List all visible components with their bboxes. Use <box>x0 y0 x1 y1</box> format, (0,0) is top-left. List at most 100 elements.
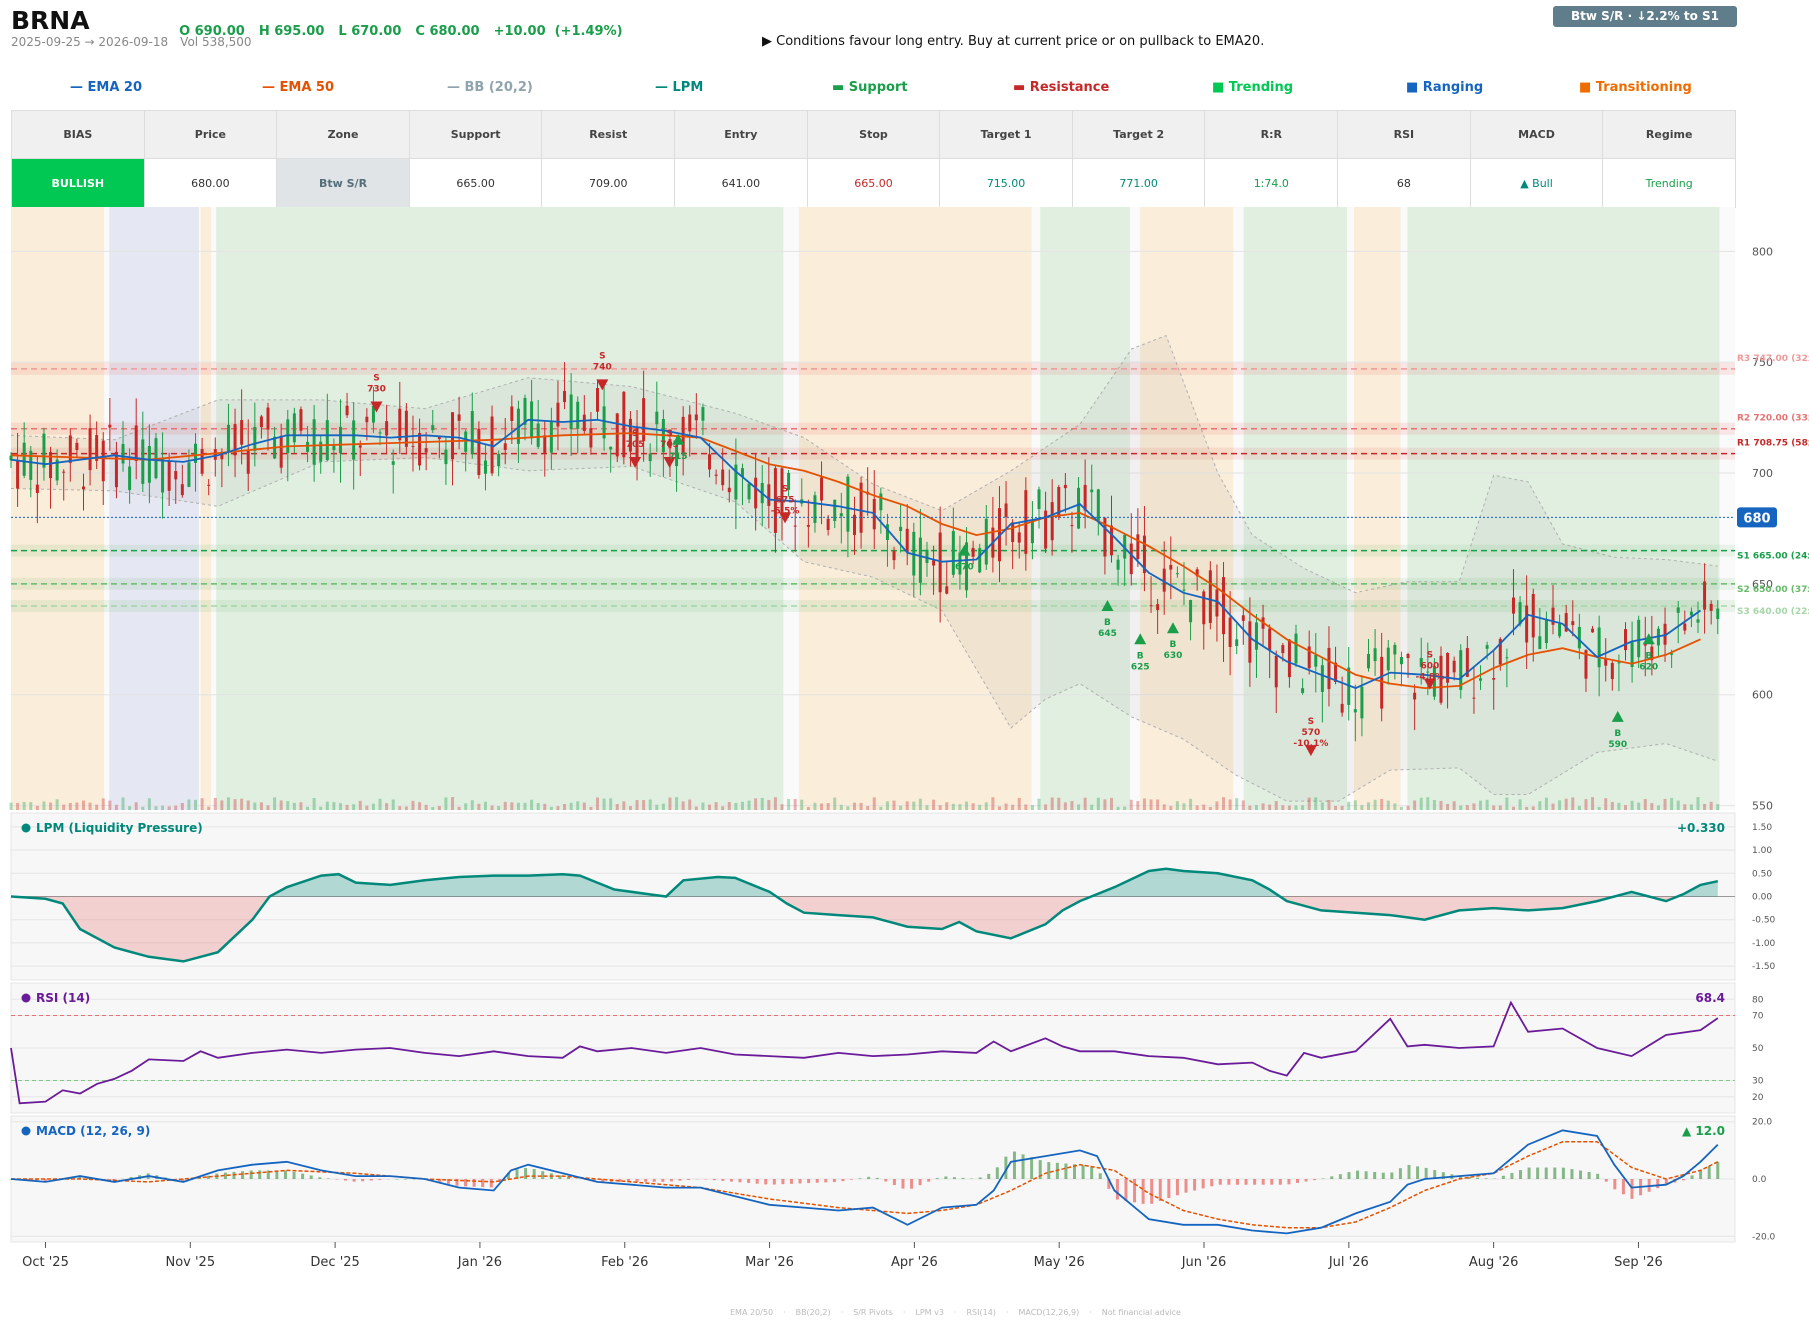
macd-histogram-bar <box>1510 1172 1514 1179</box>
volume-bar <box>569 802 573 810</box>
volume-bar <box>345 804 349 810</box>
legend-transitioning[interactable]: ■ Transitioning <box>1579 80 1692 95</box>
x-tick-label: Nov '25 <box>165 1255 215 1270</box>
macd-histogram-bar <box>884 1179 888 1182</box>
macd-histogram-bar <box>1124 1179 1128 1201</box>
macd-histogram-bar <box>1690 1175 1694 1179</box>
volume-bar <box>925 805 929 810</box>
signal-label: 625 <box>1131 662 1150 672</box>
macd-histogram-bar <box>1090 1166 1094 1179</box>
volume-bar <box>780 804 784 810</box>
volume-bar <box>213 797 217 810</box>
volume-bar <box>95 804 99 810</box>
candle-body <box>464 431 468 452</box>
lpm-tick-label: 0.00 <box>1752 893 1772 903</box>
macd-histogram-bar <box>1501 1175 1505 1179</box>
volume-bar <box>1274 801 1278 810</box>
macd-histogram-bar <box>1561 1167 1565 1179</box>
candle-body <box>1716 608 1720 619</box>
volume-bar <box>259 802 263 810</box>
volume-bar <box>1030 805 1034 810</box>
volume-bar <box>773 797 777 810</box>
header-support: Support <box>408 110 543 159</box>
macd-histogram-bar <box>1544 1167 1548 1179</box>
candle-body <box>161 458 165 493</box>
macd-histogram-bar <box>1201 1179 1205 1189</box>
candle-body <box>615 413 619 457</box>
legend-ema50[interactable]: — EMA 50 <box>262 80 334 95</box>
volume-bar <box>978 804 982 810</box>
macd-title-dot <box>21 1126 31 1136</box>
candle-body <box>451 412 455 460</box>
lpm-title-dot <box>21 823 31 833</box>
macd-histogram-bar <box>1621 1179 1625 1195</box>
volume-bar <box>1103 799 1107 810</box>
candle-body <box>1637 619 1641 658</box>
candle-body <box>826 518 830 530</box>
volume-bar <box>1096 797 1100 810</box>
candle-body <box>253 426 257 451</box>
volume-bar <box>220 800 224 810</box>
macd-histogram-bar <box>1707 1166 1711 1179</box>
volume-bar <box>1485 799 1489 810</box>
candle-body <box>35 484 39 494</box>
volume-bar <box>556 806 560 810</box>
candle-body <box>1175 573 1179 575</box>
legend-ranging[interactable]: ■ Ranging <box>1406 80 1483 95</box>
signal-label: S <box>599 351 605 361</box>
candle-body <box>345 405 349 416</box>
macd-histogram-bar <box>1373 1171 1377 1179</box>
volume-bar <box>246 800 250 810</box>
macd-histogram-bar <box>798 1179 802 1184</box>
volume-bar <box>9 802 13 810</box>
legend-support[interactable]: ▬ Support <box>832 80 908 95</box>
candle-body <box>497 453 501 467</box>
volume-bar <box>1439 800 1443 810</box>
macd-histogram-bar <box>1313 1179 1317 1181</box>
volume-bar <box>1498 805 1502 810</box>
volume-bar <box>1070 800 1074 810</box>
volume-bar <box>1393 803 1397 810</box>
candle-body <box>1386 647 1390 671</box>
header-price: Price <box>143 110 278 159</box>
volume-bar <box>1643 798 1647 810</box>
macd-histogram-bar <box>1553 1167 1557 1179</box>
candle-body <box>299 409 303 431</box>
volume-bar <box>503 801 507 810</box>
legend-bollinger[interactable]: — BB (20,2) <box>447 80 533 95</box>
candle-body <box>589 428 593 448</box>
macd-histogram-bar <box>944 1176 948 1179</box>
legend-trending[interactable]: ■ Trending <box>1212 80 1293 95</box>
macd-histogram-bar <box>1356 1170 1360 1179</box>
macd-tick-label: -20.0 <box>1752 1232 1776 1242</box>
signal-label: B <box>1170 640 1177 650</box>
candle-body <box>694 414 698 421</box>
header-rsi: RSI <box>1337 110 1471 159</box>
volume-bar <box>1446 803 1450 810</box>
macd-histogram-bar <box>326 1178 330 1179</box>
price-chart[interactable]: 550600650700750800R3 747.00 (32x)R2 720.… <box>0 205 1809 1285</box>
volume-bar <box>820 803 824 810</box>
volume-bar <box>932 799 936 810</box>
volume-bar <box>266 805 270 810</box>
candle-body <box>483 460 487 474</box>
signal-label: 620 <box>1639 662 1658 672</box>
signal-label: 715 <box>669 452 688 462</box>
volume-bar <box>49 802 53 810</box>
volume-bar <box>859 802 863 810</box>
macd-histogram-bar <box>309 1175 313 1179</box>
macd-title: MACD (12, 26, 9) <box>36 1124 150 1138</box>
macd-histogram-bar <box>1227 1179 1231 1185</box>
candle-body <box>477 428 481 475</box>
lpm-value: +0.330 <box>1677 821 1725 835</box>
macd-histogram-bar <box>1596 1173 1600 1179</box>
candle-body <box>563 390 567 403</box>
legend-ema20[interactable]: — EMA 20 <box>70 80 142 95</box>
candle-body <box>312 419 316 465</box>
legend-lpm[interactable]: — LPM <box>655 80 703 95</box>
macd-histogram-bar <box>1047 1162 1051 1179</box>
x-tick-label: May '26 <box>1034 1255 1085 1270</box>
legend-resistance[interactable]: ▬ Resistance <box>1013 80 1109 95</box>
macd-histogram-bar <box>1253 1179 1257 1185</box>
volume-bar <box>1149 799 1153 810</box>
